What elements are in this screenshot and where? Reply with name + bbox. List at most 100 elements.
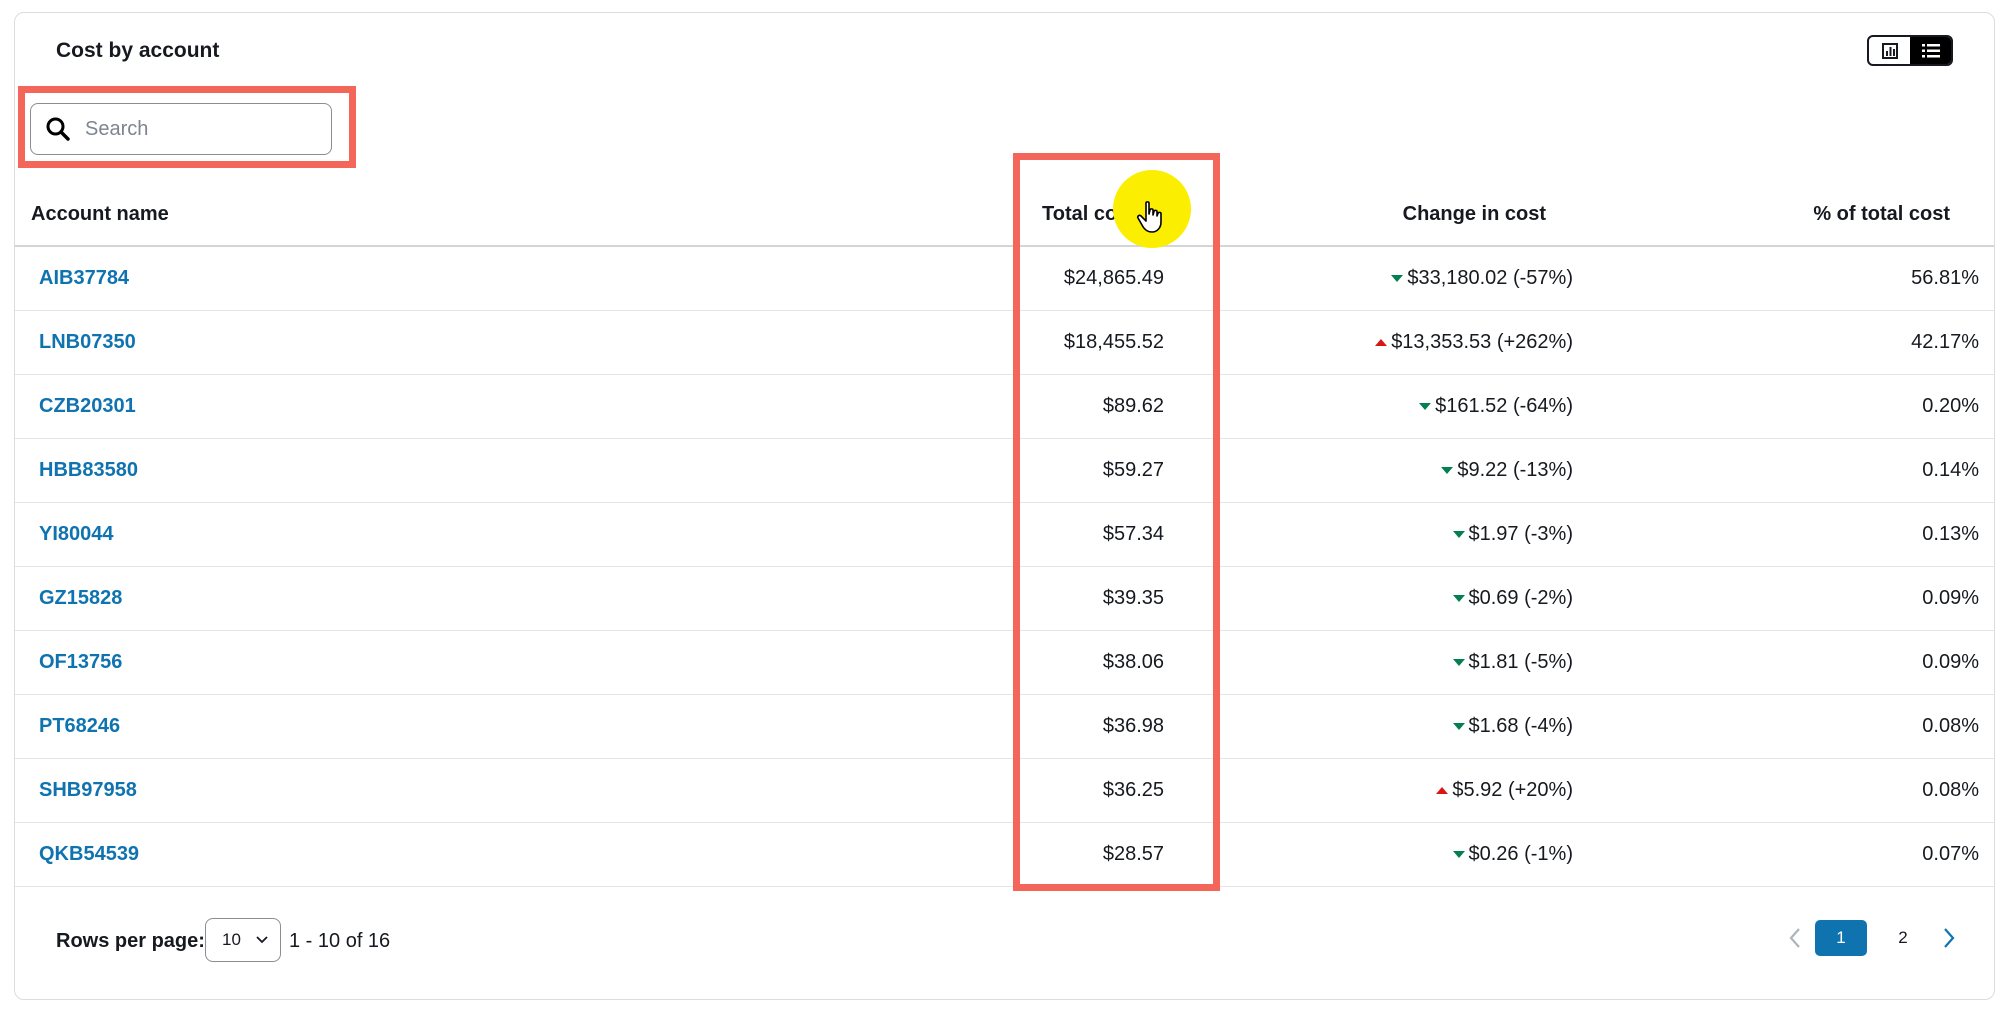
account-link[interactable]: YI80044 <box>39 523 114 546</box>
sort-descending-icon: ↓ <box>1144 203 1155 225</box>
total-cost-cell: $38.06 <box>1102 651 1164 673</box>
increase-triangle-icon <box>1375 339 1388 346</box>
change-cell: $1.68 (-4%) <box>1452 715 1574 738</box>
pct-cell: 0.13% <box>1922 523 1979 545</box>
increase-triangle-icon <box>1436 787 1449 794</box>
change-cell: $5.92 (+20%) <box>1436 779 1573 802</box>
chevron-down-icon <box>256 936 268 944</box>
change-value: $13,353.53 (+262%) <box>1391 331 1573 353</box>
chart-view-button[interactable] <box>1869 37 1910 64</box>
pct-cell: 42.17% <box>1911 331 1979 353</box>
decrease-triangle-icon <box>1441 467 1454 474</box>
total-cost-cell: $28.57 <box>1102 843 1164 865</box>
column-header-account[interactable]: Account name <box>31 203 169 226</box>
table-row: CZB20301 $89.62 $161.52 (-64%) 0.20% <box>15 375 1994 439</box>
rows-per-page-label: Rows per page: <box>56 930 205 952</box>
cost-by-account-card: Cost by account Search Account name Tota… <box>14 12 1995 1000</box>
total-cost-cell: $39.35 <box>1102 587 1164 609</box>
table-row: AIB37784 $24,865.49 $33,180.02 (-57%) 56.81… <box>15 247 1994 311</box>
account-link[interactable]: LNB07350 <box>39 331 136 354</box>
account-link[interactable]: HBB83580 <box>39 459 138 482</box>
bar-chart-icon <box>1881 42 1898 59</box>
total-cost-cell: $89.62 <box>1102 395 1164 417</box>
total-cost-cell: $18,455.52 <box>1063 331 1164 353</box>
change-cell: $0.69 (-2%) <box>1452 587 1574 610</box>
rows-per-page-value: 10 <box>222 930 241 949</box>
table-row: HBB83580 $59.27 $9.22 (-13%) 0.14% <box>15 439 1994 503</box>
decrease-triangle-icon <box>1452 851 1465 858</box>
table-row: SHB97958 $36.25 $5.92 (+20%) 0.08% <box>15 759 1994 823</box>
decrease-triangle-icon <box>1419 403 1432 410</box>
change-value: $9.22 (-13%) <box>1457 459 1573 481</box>
table-header: Account name Total cost ↓ Change in cost… <box>15 185 1994 247</box>
total-cost-cell: $36.25 <box>1102 779 1164 801</box>
pct-cell: 0.08% <box>1922 779 1979 801</box>
page-2-button[interactable]: 2 <box>1877 920 1929 956</box>
account-link[interactable]: OF13756 <box>39 651 122 674</box>
account-link[interactable]: AIB37784 <box>39 267 129 290</box>
chevron-left-icon <box>1789 928 1800 948</box>
pct-cell: 0.08% <box>1922 715 1979 737</box>
column-header-total-cost[interactable]: Total cost ↓ <box>1042 203 1155 226</box>
column-header-change[interactable]: Change in cost <box>1403 203 1546 226</box>
table-row: PT68246 $36.98 $1.68 (-4%) 0.08% <box>15 695 1994 759</box>
total-cost-cell: $59.27 <box>1102 459 1164 481</box>
change-value: $1.81 (-5%) <box>1468 651 1574 673</box>
pct-cell: 0.14% <box>1922 459 1979 481</box>
table-body: AIB37784 $24,865.49 $33,180.02 (-57%) 56.81… <box>15 247 1994 887</box>
change-cell: $9.22 (-13%) <box>1441 459 1573 482</box>
change-cell: $1.97 (-3%) <box>1452 523 1574 546</box>
total-cost-cell: $36.98 <box>1102 715 1164 737</box>
pagination: 1 2 <box>1780 918 1964 958</box>
previous-page-button[interactable] <box>1780 918 1810 958</box>
change-value: $0.26 (-1%) <box>1468 843 1574 865</box>
column-header-pct[interactable]: % of total cost <box>1813 203 1950 226</box>
change-cell: $161.52 (-64%) <box>1419 395 1573 418</box>
change-value: $0.69 (-2%) <box>1468 587 1574 609</box>
change-value: $1.97 (-3%) <box>1468 523 1574 545</box>
cost-table: Account name Total cost ↓ Change in cost… <box>15 185 1994 887</box>
chevron-right-icon <box>1944 928 1955 948</box>
change-value: $5.92 (+20%) <box>1452 779 1573 801</box>
page-1-button[interactable]: 1 <box>1815 920 1867 956</box>
view-toggle <box>1867 35 1953 66</box>
change-value: $161.52 (-64%) <box>1435 395 1573 417</box>
change-value: $1.68 (-4%) <box>1468 715 1574 737</box>
decrease-triangle-icon <box>1452 595 1465 602</box>
account-link[interactable]: CZB20301 <box>39 395 136 418</box>
change-value: $33,180.02 (-57%) <box>1407 267 1573 289</box>
change-cell: $1.81 (-5%) <box>1452 651 1574 674</box>
decrease-triangle-icon <box>1452 723 1465 730</box>
table-row: YI80044 $57.34 $1.97 (-3%) 0.13% <box>15 503 1994 567</box>
search-icon <box>43 114 73 144</box>
account-link[interactable]: GZ15828 <box>39 587 122 610</box>
table-row: GZ15828 $39.35 $0.69 (-2%) 0.09% <box>15 567 1994 631</box>
search-box[interactable] <box>30 103 332 155</box>
pagination-range: 1 - 10 of 16 <box>289 930 391 952</box>
pct-cell: 56.81% <box>1911 267 1979 289</box>
decrease-triangle-icon <box>1452 531 1465 538</box>
card-title: Cost by account <box>56 39 220 62</box>
total-cost-cell: $24,865.49 <box>1063 267 1164 289</box>
rows-per-page-select[interactable]: 10 <box>205 918 281 962</box>
next-page-button[interactable] <box>1934 918 1964 958</box>
pct-cell: 0.09% <box>1922 651 1979 673</box>
list-icon <box>1921 43 1940 57</box>
table-row: QKB54539 $28.57 $0.26 (-1%) 0.07% <box>15 823 1994 887</box>
pct-cell: 0.09% <box>1922 587 1979 609</box>
list-view-button[interactable] <box>1910 37 1951 64</box>
account-link[interactable]: QKB54539 <box>39 843 139 866</box>
change-cell: $13,353.53 (+262%) <box>1375 331 1573 354</box>
account-link[interactable]: SHB97958 <box>39 779 137 802</box>
account-link[interactable]: PT68246 <box>39 715 120 738</box>
table-row: OF13756 $38.06 $1.81 (-5%) 0.09% <box>15 631 1994 695</box>
total-cost-cell: $57.34 <box>1102 523 1164 545</box>
column-header-total-cost-label: Total cost <box>1042 203 1135 225</box>
table-footer: Rows per page: 10 1 - 10 of 16 1 2 <box>15 913 1994 973</box>
search-input[interactable] <box>83 116 307 142</box>
table-row: LNB07350 $18,455.52 $13,353.53 (+262%) 42.1… <box>15 311 1994 375</box>
decrease-triangle-icon <box>1391 275 1404 282</box>
pct-cell: 0.20% <box>1922 395 1979 417</box>
decrease-triangle-icon <box>1452 659 1465 666</box>
change-cell: $33,180.02 (-57%) <box>1391 267 1573 290</box>
